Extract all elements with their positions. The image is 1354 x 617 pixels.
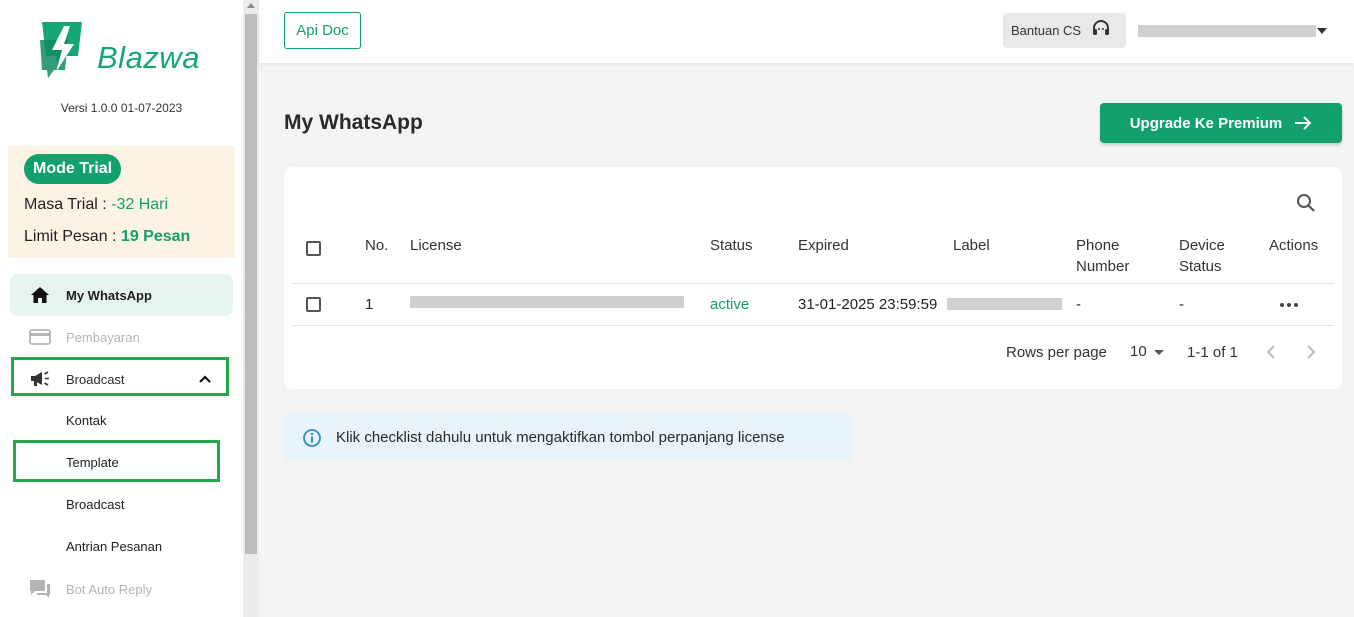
rows-per-page-select[interactable]: 10 [1130, 343, 1147, 360]
col-header-device-status[interactable]: Device Status [1179, 235, 1225, 277]
sidebar-subitem-antrian-pesanan[interactable]: Antrian Pesanan [66, 539, 162, 554]
search-icon[interactable] [1296, 193, 1316, 218]
chevron-right-icon[interactable] [1305, 344, 1317, 365]
col-header-license[interactable]: License [410, 235, 462, 256]
sidebar: Blazwa Versi 1.0.0 01-07-2023 Mode Trial… [0, 0, 243, 617]
bantuan-cs-label: Bantuan CS [1011, 23, 1082, 38]
credit-card-icon [26, 329, 54, 345]
message-limit: Limit Pesan : 19 Pesan [24, 228, 190, 246]
user-name-redacted[interactable] [1138, 25, 1316, 37]
col-header-no[interactable]: No. [365, 235, 388, 256]
trial-panel: Mode Trial Masa Trial : -32 Hari Limit P… [8, 146, 235, 258]
col-header-actions: Actions [1269, 237, 1319, 254]
col-header-phone-number[interactable]: Phone Number [1076, 235, 1129, 277]
upgrade-label: Upgrade Ke Premium [1129, 114, 1283, 132]
trial-remaining-label: Masa Trial : [24, 196, 112, 213]
label-redacted [947, 298, 1062, 310]
pagination-range: 1-1 of 1 [1187, 344, 1238, 361]
info-alert-text: Klik checklist dahulu untuk mengaktifkan… [336, 429, 785, 446]
message-limit-label: Limit Pesan : [24, 228, 121, 245]
sidebar-subitem-kontak[interactable]: Kontak [66, 413, 106, 428]
info-alert: Klik checklist dahulu untuk mengaktifkan… [284, 414, 853, 461]
col-header-device-line2: Status [1179, 258, 1222, 275]
col-header-status[interactable]: Status [710, 235, 753, 256]
bantuan-cs-button[interactable]: Bantuan CS [1003, 13, 1126, 48]
caret-down-icon[interactable] [1317, 28, 1327, 34]
scroll-up-arrow-icon[interactable] [247, 3, 255, 8]
header-divider [292, 283, 1334, 284]
trial-remaining: Masa Trial : -32 Hari [24, 196, 168, 214]
trial-badge: Mode Trial [24, 154, 122, 184]
headset-icon [1091, 19, 1111, 42]
highlight-template [13, 440, 220, 482]
col-header-phone-line2: Number [1076, 258, 1130, 275]
app-version: Versi 1.0.0 01-07-2023 [60, 101, 183, 115]
col-header-label[interactable]: Label [953, 235, 990, 256]
sidebar-item-label: Bot Auto Reply [66, 581, 152, 597]
col-header-phone-line1: Phone [1076, 237, 1120, 254]
message-limit-value: 19 Pesan [120, 228, 191, 245]
sidebar-item-label: Pembayaran [66, 329, 140, 345]
home-icon [26, 286, 54, 304]
rows-per-page-label: Rows per page [1006, 344, 1107, 361]
trial-remaining-value: -32 Hari [111, 196, 169, 213]
brand-name: Blazwa [97, 40, 200, 75]
sidebar-item-pembayaran[interactable]: Pembayaran [10, 316, 233, 358]
cell-phone: - [1076, 296, 1081, 313]
sidebar-subitem-broadcast[interactable]: Broadcast [66, 497, 125, 512]
sidebar-scroll-thumb[interactable] [245, 14, 257, 554]
license-redacted [410, 296, 684, 308]
sidebar-item-bot-auto-reply[interactable]: Bot Auto Reply [10, 568, 233, 610]
sidebar-item-my-whatsapp[interactable]: My WhatsApp [10, 274, 233, 316]
col-header-expired[interactable]: Expired [798, 235, 849, 256]
sidebar-item-label: My WhatsApp [66, 287, 152, 303]
cell-device-status: - [1179, 296, 1184, 313]
col-header-device-line1: Device [1179, 237, 1225, 254]
row-checkbox[interactable] [306, 297, 321, 312]
api-doc-button[interactable]: Api Doc [284, 12, 361, 49]
page-title: My WhatsApp [284, 111, 423, 134]
chevron-left-icon[interactable] [1265, 344, 1277, 365]
chat-bubble-icon [26, 579, 54, 599]
license-table-card [284, 167, 1342, 389]
cell-no: 1 [365, 296, 374, 313]
select-all-checkbox[interactable] [306, 241, 321, 256]
upgrade-premium-button[interactable]: Upgrade Ke Premium [1100, 103, 1342, 143]
more-actions-icon[interactable] [1280, 303, 1298, 307]
info-icon [302, 428, 322, 448]
highlight-broadcast [11, 357, 229, 396]
caret-down-icon[interactable] [1154, 350, 1164, 355]
cell-status: active [710, 296, 750, 313]
row-divider [292, 325, 1334, 326]
cell-expired: 31-01-2025 23:59:59 [798, 296, 938, 313]
arrow-right-icon [1294, 115, 1312, 131]
